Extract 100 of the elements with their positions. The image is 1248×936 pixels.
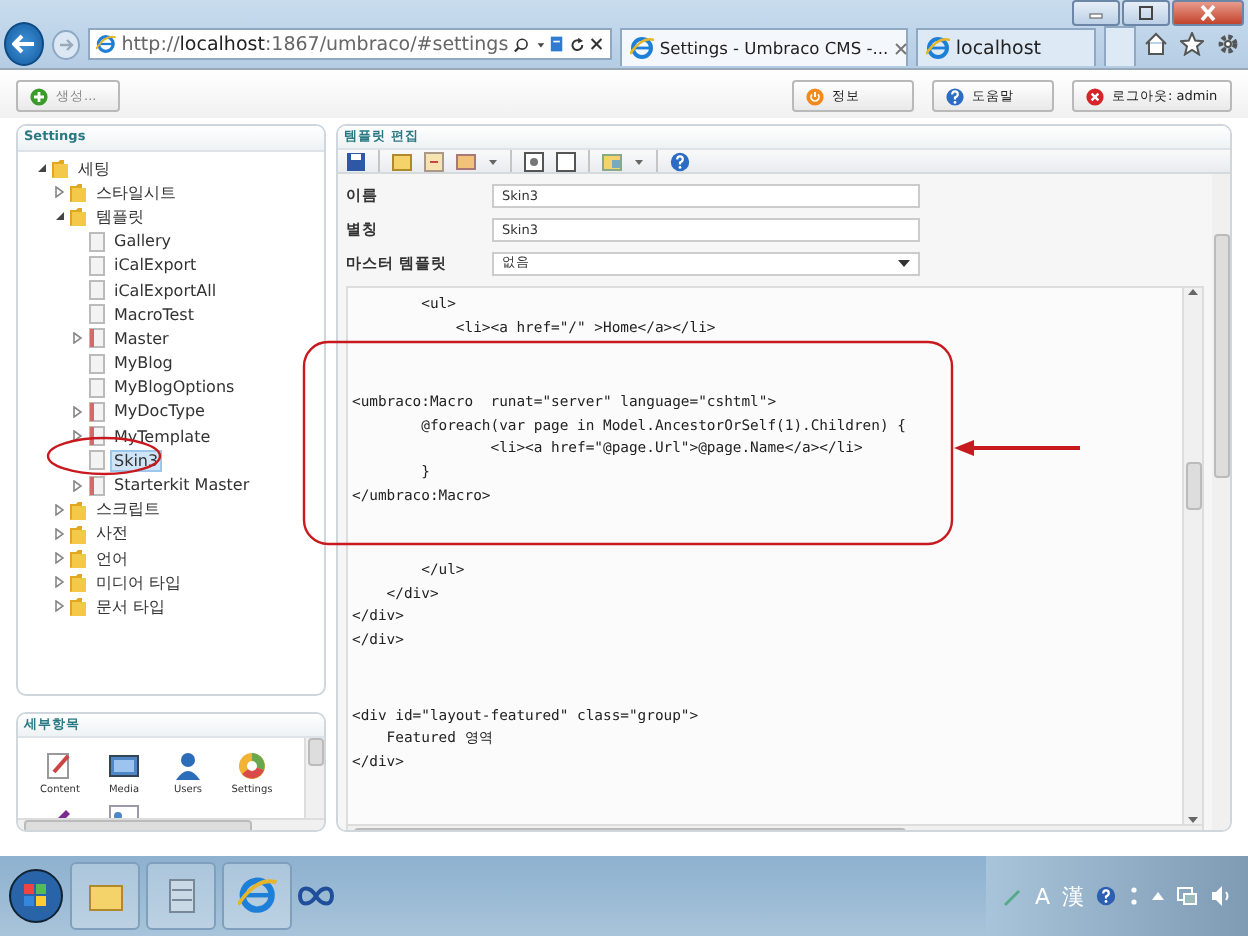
template-icon: [88, 255, 106, 276]
folder-icon[interactable]: [392, 151, 412, 171]
folder-icon: [70, 182, 88, 203]
address-bar[interactable]: http://localhost:1867/umbraco/#settings: [87, 28, 612, 60]
tree-item[interactable]: iCalExportAll: [110, 281, 221, 300]
expand-arrow-icon[interactable]: [54, 600, 64, 613]
template-icon: [88, 353, 106, 374]
tree-item[interactable]: 세팅: [74, 157, 114, 180]
close-icon: [1086, 87, 1104, 105]
help-icon[interactable]: [1096, 886, 1116, 906]
tree-item[interactable]: 문서 타입: [92, 595, 170, 618]
back-arrow-icon: [12, 34, 37, 54]
tree-item[interactable]: MyBlog: [110, 354, 177, 373]
collapse-arrow-icon[interactable]: [36, 162, 46, 175]
expand-arrow-icon[interactable]: [54, 503, 64, 516]
expand-arrow-icon[interactable]: [72, 332, 82, 345]
speaker-icon[interactable]: [1210, 886, 1232, 906]
tree-item[interactable]: 미디어 타입: [92, 571, 186, 594]
tree-item[interactable]: Master: [110, 329, 173, 348]
help-icon: [946, 87, 964, 105]
insert-icon[interactable]: [424, 151, 444, 171]
close-icon: [1198, 4, 1218, 22]
maximize-button[interactable]: [1122, 0, 1170, 26]
template-icon: [88, 304, 106, 325]
browser-logo-icon: [237, 876, 277, 916]
home-icon[interactable]: [1144, 32, 1169, 56]
close-icon[interactable]: [590, 36, 604, 52]
folder-icon: [70, 523, 88, 544]
expand-arrow-icon[interactable]: [54, 552, 64, 565]
expand-arrow-icon[interactable]: [72, 479, 82, 492]
color-wheel-icon[interactable]: [236, 750, 268, 782]
tree-item[interactable]: 스타일시트: [92, 181, 180, 204]
picture-icon[interactable]: [108, 750, 140, 782]
tree-item[interactable]: Skin3: [110, 449, 163, 472]
scrollbar-thumb[interactable]: [1213, 234, 1229, 478]
tree-item[interactable]: MyDocType: [110, 402, 209, 421]
tree-item[interactable]: 언어: [92, 547, 132, 570]
expand-arrow-icon[interactable]: [72, 430, 82, 443]
forward-arrow-icon: [57, 37, 74, 51]
tree-item[interactable]: 템플릿: [92, 205, 148, 228]
scrollbar-thumb[interactable]: [307, 738, 323, 766]
folder-icon: [52, 158, 70, 179]
template-icon: [88, 475, 106, 496]
tree-item[interactable]: 스크립트: [92, 498, 164, 521]
tree-item[interactable]: MacroTest: [110, 305, 198, 324]
taskbar-button[interactable]: [222, 862, 292, 930]
expand-arrow-icon[interactable]: [72, 405, 82, 418]
star-icon[interactable]: [1180, 32, 1205, 56]
search-icon[interactable]: [514, 35, 530, 53]
settings-icon[interactable]: [1216, 32, 1241, 56]
save-icon[interactable]: [346, 151, 366, 171]
back-button[interactable]: [4, 22, 45, 66]
network-icon[interactable]: [1176, 886, 1198, 906]
template-icon: [88, 377, 106, 398]
refresh-icon[interactable]: [569, 35, 585, 53]
template-icon: [88, 401, 106, 422]
folder-icon: [70, 548, 88, 569]
code-editor[interactable]: [346, 286, 1204, 830]
scrollbar[interactable]: [304, 738, 324, 818]
forward-button[interactable]: [52, 29, 80, 59]
tree-item[interactable]: MyTemplate: [110, 427, 215, 446]
template-icon: [88, 450, 106, 471]
square-icon[interactable]: [556, 151, 576, 171]
close-button[interactable]: [1172, 0, 1244, 26]
expand-arrow-icon[interactable]: [54, 527, 64, 540]
tree-item[interactable]: iCalExport: [110, 256, 201, 275]
dots-icon[interactable]: [1128, 886, 1140, 906]
taskbar-button[interactable]: [146, 862, 216, 930]
insert-icon[interactable]: [456, 151, 476, 171]
template-icon: [88, 328, 106, 349]
infinity-icon[interactable]: [298, 886, 334, 906]
tree-item[interactable]: Starterkit Master: [110, 476, 254, 495]
image-icon[interactable]: [602, 151, 622, 171]
start-button[interactable]: [8, 868, 64, 924]
folder-icon: [70, 572, 88, 593]
browser-logo-icon: [629, 36, 654, 60]
tree-item[interactable]: 사전: [92, 522, 132, 545]
help-icon[interactable]: [670, 151, 690, 171]
template-icon: [88, 280, 106, 301]
browser-tab[interactable]: localhost: [915, 28, 1096, 66]
expand-arrow-icon[interactable]: [54, 576, 64, 589]
browser-tab[interactable]: Settings - Umbraco CMS -...: [619, 28, 908, 66]
browser-logo-icon: [95, 32, 116, 56]
tree-item[interactable]: MyBlogOptions: [110, 378, 239, 397]
template-icon: [88, 231, 106, 252]
scrollbar-thumb[interactable]: [1185, 462, 1201, 511]
page-icon[interactable]: [550, 34, 564, 54]
user-icon[interactable]: [172, 750, 204, 782]
scrollbar[interactable]: [1212, 174, 1230, 830]
scroll-up-icon[interactable]: [1188, 288, 1198, 296]
caret-icon: [898, 258, 910, 268]
expand-arrow-icon[interactable]: [54, 186, 64, 199]
frame-icon[interactable]: [524, 151, 544, 171]
collapse-arrow-icon[interactable]: [54, 210, 64, 223]
folder-icon: [70, 596, 88, 617]
scrollbar[interactable]: [1182, 288, 1202, 825]
power-icon: [806, 87, 824, 105]
folder-icon: [70, 206, 88, 227]
maximize-icon: [1136, 4, 1156, 22]
tree-item[interactable]: Gallery: [110, 232, 175, 251]
